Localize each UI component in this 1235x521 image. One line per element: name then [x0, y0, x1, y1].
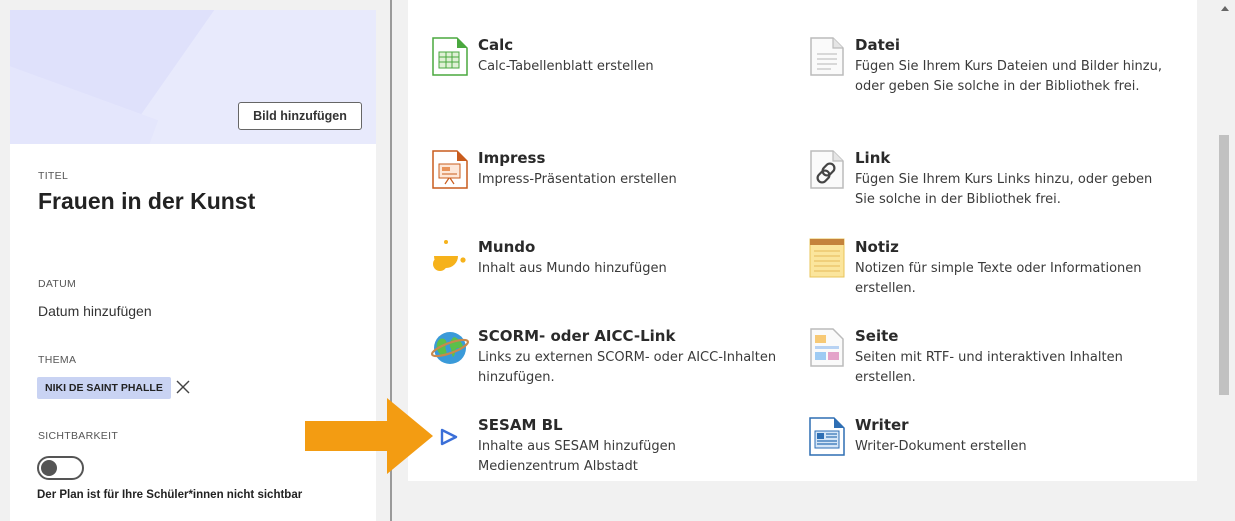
content-option-impress[interactable]: Impress Impress-Präsentation erstellen — [430, 149, 800, 193]
option-title: Writer — [855, 416, 909, 434]
page-icon — [810, 328, 844, 367]
option-description: Fügen Sie Ihrem Kurs Links hinzu, oder g… — [855, 172, 1153, 207]
add-image-button[interactable]: Bild hinzufügen — [238, 102, 362, 130]
option-description: Notizen für simple Texte oder Informatio… — [855, 261, 1142, 296]
option-title: Seite — [855, 327, 899, 345]
content-option-file[interactable]: Datei Fügen Sie Ihrem Kurs Dateien und B… — [807, 36, 1177, 126]
content-option-sesam[interactable]: SESAM BL Inhalte aus SESAM hinzufügen Me… — [430, 416, 800, 476]
toggle-knob — [41, 460, 57, 476]
globe-icon — [430, 332, 470, 364]
scrollbar-thumb[interactable] — [1219, 135, 1229, 395]
add-content-list: Calc Calc-Tabellenblatt erstellen Datei … — [408, 0, 1197, 481]
option-description: Calc-Tabellenblatt erstellen — [478, 59, 654, 74]
impress-icon — [432, 150, 468, 189]
content-option-scorm[interactable]: SCORM- oder AICC-Link Links zu externen … — [430, 327, 800, 397]
content-option-link[interactable]: Link Fügen Sie Ihrem Kurs Links hinzu, o… — [807, 149, 1177, 219]
mundo-icon — [433, 240, 466, 271]
content-option-page[interactable]: Seite Seiten mit RTF- und interaktiven I… — [807, 327, 1177, 397]
course-banner: Bild hinzufügen — [10, 10, 376, 144]
option-title: SESAM BL — [478, 416, 563, 434]
option-title: Impress — [478, 149, 546, 167]
option-title: SCORM- oder AICC-Link — [478, 327, 676, 345]
option-description: Inhalt aus Mundo hinzufügen — [478, 261, 667, 276]
visibility-label: SICHTBARKEIT — [38, 430, 119, 442]
option-title: Mundo — [478, 238, 536, 256]
option-description: Writer-Dokument erstellen — [855, 439, 1027, 454]
option-description: Impress-Präsentation erstellen — [478, 172, 677, 187]
annotation-arrow — [305, 398, 433, 474]
note-icon — [809, 238, 845, 278]
title-label: TITEL — [38, 170, 69, 182]
option-title: Link — [855, 149, 891, 167]
content-option-mundo[interactable]: Mundo Inhalt aus Mundo hinzufügen — [430, 238, 800, 282]
option-description: Seiten mit RTF- und interaktiven Inhalte… — [855, 350, 1123, 385]
play-icon — [440, 428, 458, 446]
visibility-toggle[interactable] — [37, 456, 84, 480]
writer-icon — [809, 417, 845, 456]
topic-label: THEMA — [38, 354, 77, 366]
calc-icon — [432, 37, 468, 76]
content-option-note[interactable]: Notiz Notizen für simple Texte oder Info… — [807, 238, 1177, 308]
option-description: Inhalte aus SESAM hinzufügen Medienzentr… — [478, 439, 676, 474]
add-date-link[interactable]: Datum hinzufügen — [38, 303, 152, 319]
topic-tag: NIKI DE SAINT PHALLE — [37, 377, 171, 399]
date-label: DATUM — [38, 278, 77, 290]
banner-decoration — [10, 51, 159, 144]
file-icon — [810, 37, 844, 76]
scroll-up-icon[interactable] — [1221, 6, 1229, 11]
option-description: Links zu externen SCORM- oder AICC-Inhal… — [478, 350, 777, 385]
link-icon — [810, 150, 844, 189]
option-title: Notiz — [855, 238, 899, 256]
content-option-calc[interactable]: Calc Calc-Tabellenblatt erstellen — [430, 36, 800, 80]
visibility-status-text: Der Plan ist für Ihre Schüler*innen nich… — [37, 489, 303, 501]
option-title: Datei — [855, 36, 901, 54]
option-title: Calc — [478, 36, 514, 54]
close-icon[interactable] — [174, 378, 192, 396]
content-option-writer[interactable]: Writer Writer-Dokument erstellen — [807, 416, 1177, 460]
course-title[interactable]: Frauen in der Kunst — [38, 188, 255, 215]
option-description: Fügen Sie Ihrem Kurs Dateien und Bilder … — [855, 59, 1162, 94]
